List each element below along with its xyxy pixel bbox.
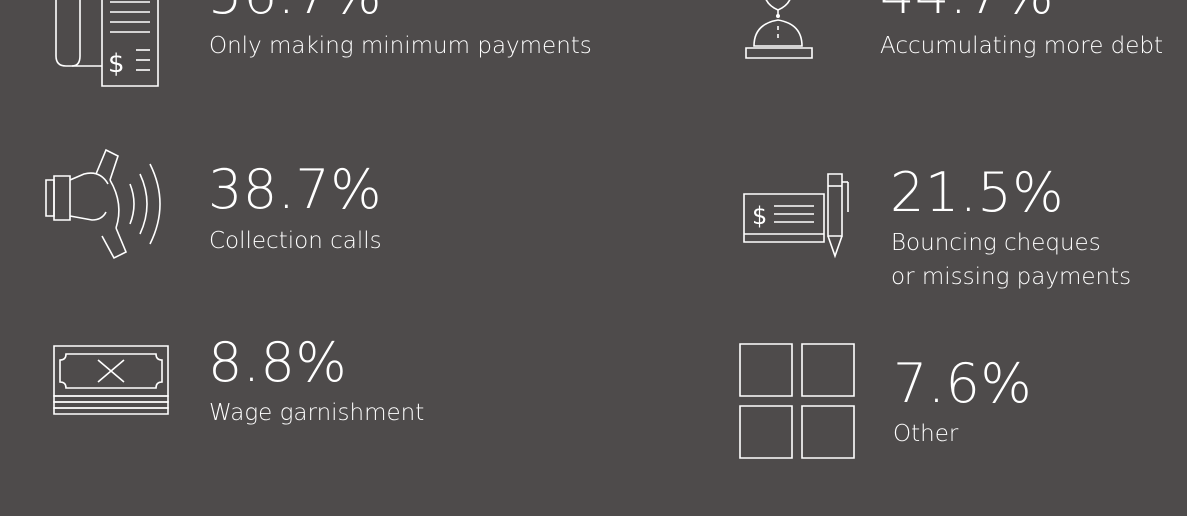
stat-value: 38.7% xyxy=(208,158,383,221)
banknote-stack-icon xyxy=(52,344,172,424)
bill-receipt-icon: $ xyxy=(50,0,162,86)
stat-value: 21.5% xyxy=(890,161,1065,224)
stat-label: Collection calls xyxy=(209,228,382,254)
stat-value: 44.7% xyxy=(880,0,1054,22)
ringing-phone-icon xyxy=(44,148,174,262)
stat-label: Only making minimum payments xyxy=(209,33,592,59)
stat-label: Accumulating more debt xyxy=(880,33,1164,59)
dollar-glyph: $ xyxy=(752,202,767,230)
dollar-glyph: $ xyxy=(108,49,125,79)
stat-label-line-1: Bouncing cheques xyxy=(891,230,1101,256)
stat-label: Wage garnishment xyxy=(209,400,425,426)
stat-value: 7.6% xyxy=(893,352,1033,415)
stat-label: Other xyxy=(893,421,959,447)
four-squares-icon xyxy=(738,342,858,462)
stat-value: 8.8% xyxy=(208,331,348,394)
cheque-pen-icon: $ xyxy=(742,172,854,262)
stat-label-line-2: or missing payments xyxy=(891,264,1132,290)
stat-value: 56.7% xyxy=(208,0,382,22)
hourglass-bell-icon xyxy=(742,0,818,68)
